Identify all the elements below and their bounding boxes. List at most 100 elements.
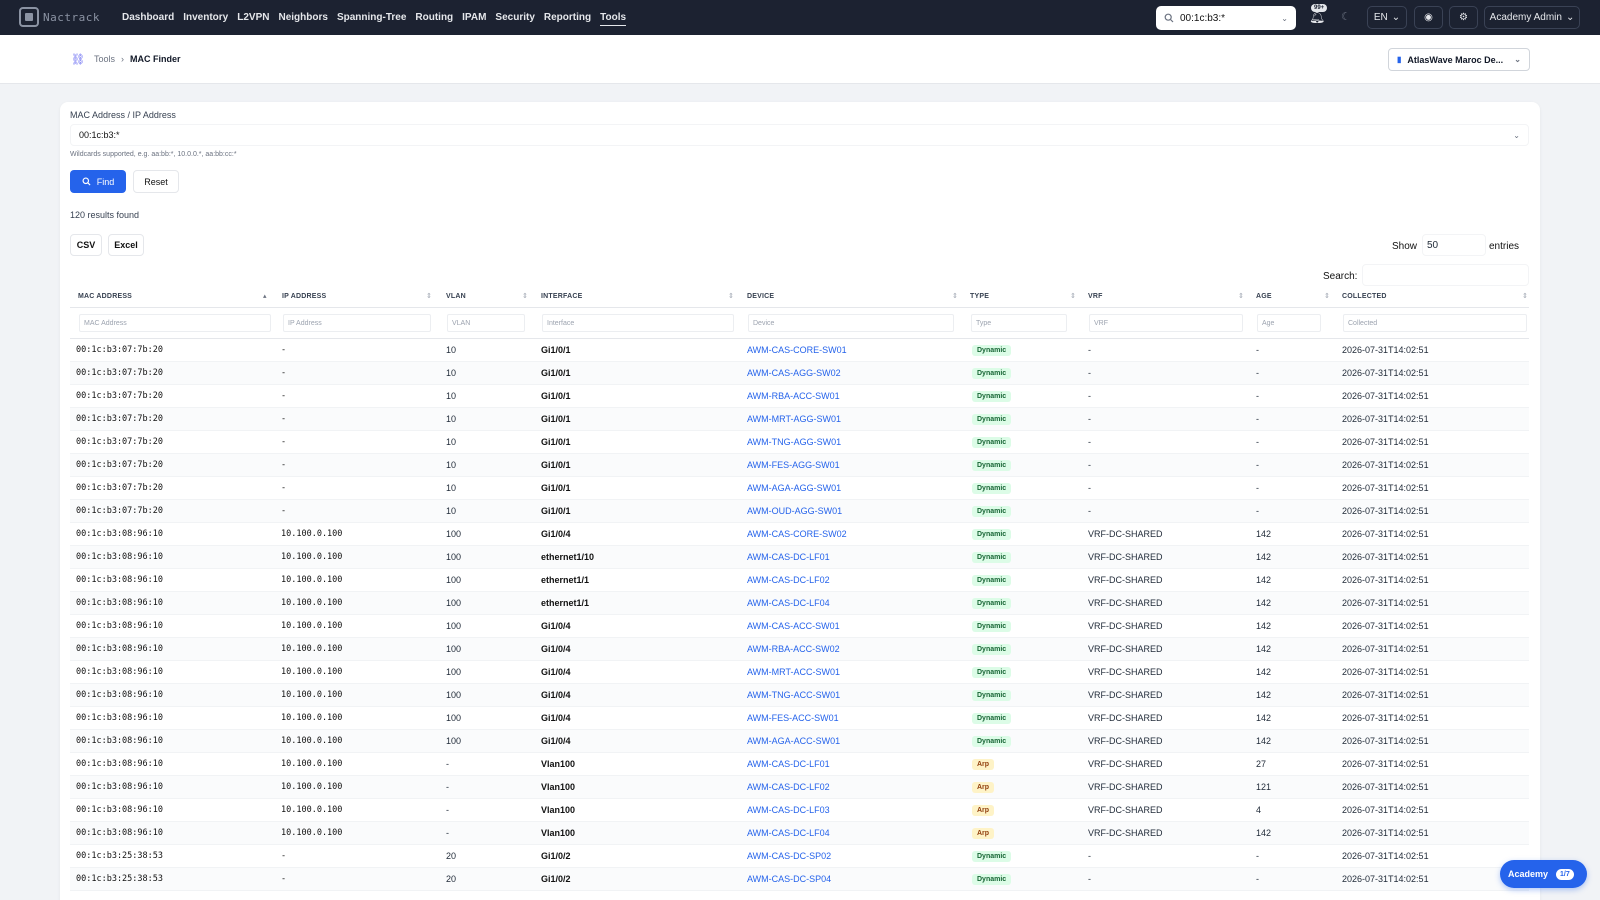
table-row[interactable]: 00:1c:b3:08:96:10 10.100.0.100 100 ethernet… [70,569,1529,592]
filter-vrf[interactable]: VRF [1089,314,1243,332]
table-row[interactable]: 00:1c:b3:07:7b:20 - 10 Gi1/0/1 AWM-MRT-AGG-S… [70,408,1529,431]
excel-button[interactable]: Excel [108,234,144,256]
academy-button[interactable]: Academy 1/7 [1500,860,1587,888]
table-search-input[interactable] [1362,264,1529,286]
table-row[interactable]: 00:1c:b3:08:96:10 10.100.0.100 100 Gi1/0/4 A… [70,661,1529,684]
nav-inventory[interactable]: Inventory [183,10,228,25]
table-row[interactable]: 00:1c:b3:25:38:53 - 20 Gi1/0/2 AWM-CAS-DC-SP… [70,868,1529,891]
cell-device[interactable]: AWM-CAS-DC-SP02 [747,851,831,861]
table-row[interactable]: 00:1c:b3:08:96:10 10.100.0.100 100 Gi1/0/4 A… [70,615,1529,638]
cell-device[interactable]: AWM-MRT-ACC-SW01 [747,667,840,677]
nav-tools[interactable]: Tools [600,10,627,26]
table-row[interactable]: 00:1c:b3:08:96:10 10.100.0.100 100 ethernet… [70,546,1529,569]
cell-device[interactable]: AWM-CAS-DC-LF03 [747,805,830,815]
table-row[interactable]: 00:1c:b3:07:7b:20 - 10 Gi1/0/1 AWM-CAS-AGG-S… [70,362,1529,385]
table-row[interactable]: 00:1c:b3:07:7b:20 - 10 Gi1/0/1 AWM-OUD-AGG-S… [70,500,1529,523]
cell-device[interactable]: AWM-MRT-AGG-SW01 [747,414,841,424]
cell-device[interactable]: AWM-OUD-AGG-SW01 [747,506,842,516]
breadcrumb-tools[interactable]: Tools [94,54,115,64]
sort-icon[interactable]: ⇕ [426,292,432,300]
table-row[interactable]: 00:1c:b3:07:7b:20 - 10 Gi1/0/1 AWM-CAS-CORE-… [70,339,1529,362]
table-row[interactable]: 00:1c:b3:08:96:10 10.100.0.100 100 ethernet… [70,592,1529,615]
settings-button[interactable]: ⚙ [1449,6,1478,29]
filter-interface[interactable]: Interface [542,314,734,332]
cell-device[interactable]: AWM-CAS-DC-LF02 [747,782,830,792]
nav-reporting[interactable]: Reporting [544,10,591,25]
cell-device[interactable]: AWM-RBA-ACC-SW02 [747,644,840,654]
nav-l2vpn[interactable]: L2VPN [237,10,269,25]
column-header-type[interactable]: TYPE [970,293,989,300]
filter-device[interactable]: Device [748,314,954,332]
sort-icon[interactable]: ⇕ [1238,292,1244,300]
sort-icon[interactable]: ▴ [263,292,267,300]
table-row[interactable]: 00:1c:b3:25:38:53 - 20 Gi1/0/2 AWM-CAS-DC-SP… [70,845,1529,868]
mac-ip-input[interactable]: 00:1c:b3:* ⌄ [70,124,1529,146]
table-row[interactable]: 00:1c:b3:08:96:10 10.100.0.100 100 Gi1/0/4 A… [70,684,1529,707]
moon-icon[interactable]: ☾ [1341,10,1351,23]
find-button[interactable]: Find [70,170,126,193]
table-row[interactable]: 00:1c:b3:08:96:10 10.100.0.100 - Vlan100 AWM… [70,753,1529,776]
cell-device[interactable]: AWM-CAS-CORE-SW01 [747,345,847,355]
cell-device[interactable]: AWM-AGA-AGG-SW01 [747,483,841,493]
nav-neighbors[interactable]: Neighbors [278,10,327,25]
page-size-input[interactable]: 50 [1422,234,1486,256]
table-row[interactable]: 00:1c:b3:08:96:10 10.100.0.100 100 Gi1/0/4 A… [70,523,1529,546]
table-row[interactable]: 00:1c:b3:07:7b:20 - 10 Gi1/0/1 AWM-FES-AGG-S… [70,454,1529,477]
table-row[interactable]: 00:1c:b3:08:96:10 10.100.0.100 100 Gi1/0/4 A… [70,638,1529,661]
filter-vlan[interactable]: VLAN [447,314,525,332]
nav-ipam[interactable]: IPAM [462,10,486,25]
language-select[interactable]: EN ⌄ [1367,6,1407,29]
global-search-input[interactable] [1180,12,1276,24]
sort-icon[interactable]: ⇕ [1522,292,1528,300]
column-header-vlan[interactable]: VLAN [446,293,466,300]
table-row[interactable]: 00:1c:b3:08:96:10 10.100.0.100 100 Gi1/0/4 A… [70,707,1529,730]
cell-device[interactable]: AWM-CAS-DC-LF01 [747,552,830,562]
table-row[interactable]: 00:1c:b3:08:96:10 10.100.0.100 - Vlan100 AWM… [70,822,1529,845]
column-header-age[interactable]: AGE [1256,293,1272,300]
cell-device[interactable]: AWM-TNG-ACC-SW01 [747,690,840,700]
table-row[interactable]: 00:1c:b3:08:96:10 10.100.0.100 - Vlan100 AWM… [70,799,1529,822]
nav-dashboard[interactable]: Dashboard [122,10,174,25]
cell-device[interactable]: AWM-CAS-DC-LF04 [747,598,830,608]
nav-routing[interactable]: Routing [415,10,453,25]
cell-device[interactable]: AWM-FES-ACC-SW01 [747,713,839,723]
table-row[interactable]: 00:1c:b3:07:7b:20 - 10 Gi1/0/1 AWM-RBA-ACC-S… [70,385,1529,408]
csv-button[interactable]: CSV [70,234,102,256]
sort-icon[interactable]: ⇕ [952,292,958,300]
table-row[interactable]: 00:1c:b3:08:96:10 10.100.0.100 100 Gi1/0/4 A… [70,730,1529,753]
cell-device[interactable]: AWM-AGA-ACC-SW01 [747,736,840,746]
cell-device[interactable]: AWM-CAS-DC-LF01 [747,759,830,769]
filter-age[interactable]: Age [1257,314,1321,332]
filter-type[interactable]: Type [971,314,1067,332]
column-header-mac[interactable]: MAC ADDRESS [78,293,132,300]
filter-collected[interactable]: Collected [1343,314,1527,332]
column-header-vrf[interactable]: VRF [1088,293,1103,300]
column-header-collected[interactable]: COLLECTED [1342,293,1387,300]
cell-device[interactable]: AWM-CAS-AGG-SW02 [747,368,841,378]
reset-button[interactable]: Reset [133,170,179,193]
user-menu[interactable]: Academy Admin ⌄ [1484,6,1580,29]
cell-device[interactable]: AWM-TNG-AGG-SW01 [747,437,841,447]
nav-spanning-tree[interactable]: Spanning-Tree [337,10,406,25]
table-row[interactable]: 00:1c:b3:08:96:10 10.100.0.100 - Vlan100 AWM… [70,776,1529,799]
sort-icon[interactable]: ⇕ [1070,292,1076,300]
cell-device[interactable]: AWM-RBA-ACC-SW01 [747,391,840,401]
column-header-device[interactable]: DEVICE [747,293,774,300]
cell-device[interactable]: AWM-CAS-DC-LF04 [747,828,830,838]
assistant-button[interactable]: ◉ [1414,6,1443,29]
column-header-ip[interactable]: IP ADDRESS [282,293,326,300]
logo[interactable]: Nactrack [19,7,100,27]
filter-ip[interactable]: IP Address [283,314,431,332]
cell-device[interactable]: AWM-CAS-CORE-SW02 [747,529,847,539]
filter-mac[interactable]: MAC Address [79,314,271,332]
tenant-select[interactable]: ▮ AtlasWave Maroc De... ⌄ [1388,48,1530,71]
cell-device[interactable]: AWM-CAS-ACC-SW01 [747,621,840,631]
cell-device[interactable]: AWM-CAS-DC-SP04 [747,874,831,884]
sort-icon[interactable]: ⇕ [728,292,734,300]
column-header-interface[interactable]: INTERFACE [541,293,582,300]
nav-security[interactable]: Security [495,10,534,25]
table-row[interactable]: 00:1c:b3:07:7b:20 - 10 Gi1/0/1 AWM-AGA-AGG-S… [70,477,1529,500]
sort-icon[interactable]: ⇕ [1324,292,1330,300]
global-search[interactable]: ⌄ [1156,6,1296,30]
cell-device[interactable]: AWM-CAS-DC-LF02 [747,575,830,585]
